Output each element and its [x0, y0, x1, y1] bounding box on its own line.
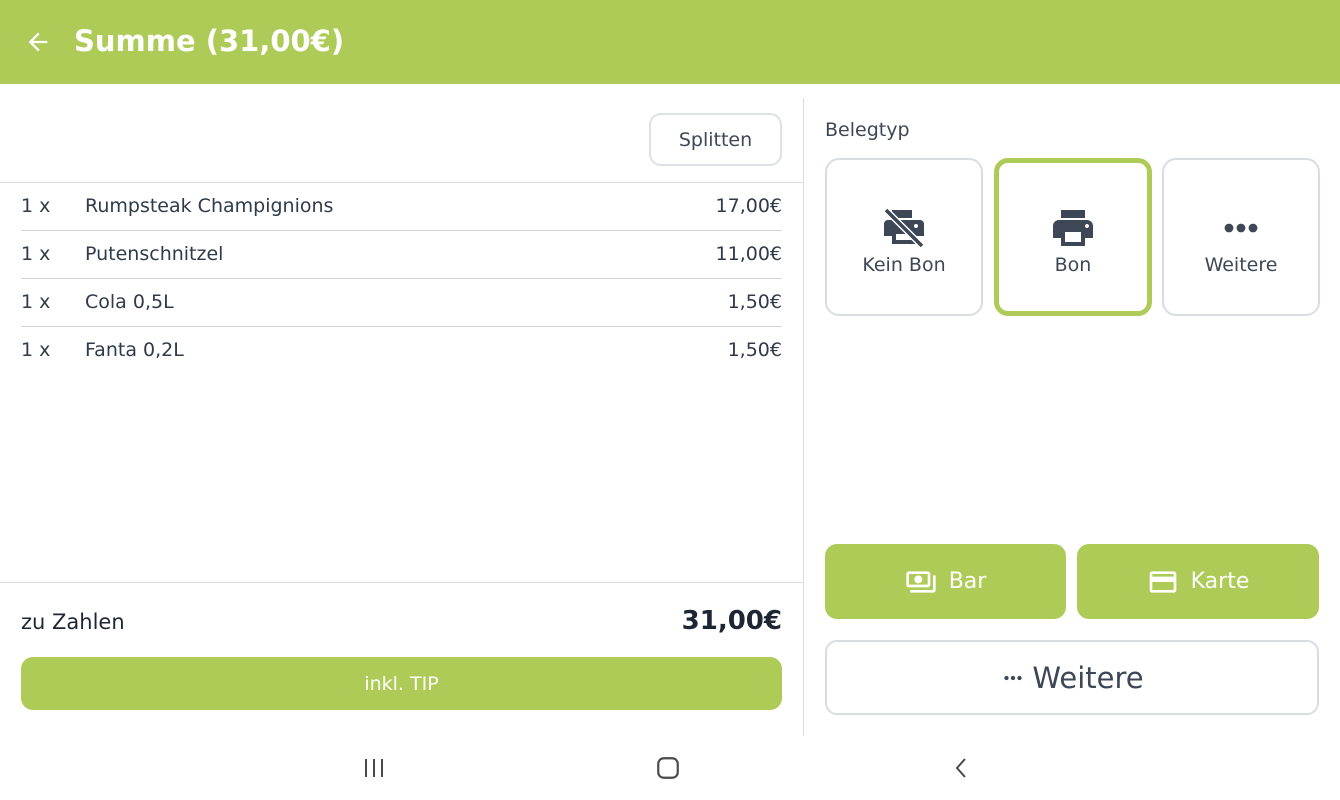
item-price: 1,50€: [727, 339, 782, 361]
list-item[interactable]: 1 x Cola 0,5L 1,50€: [21, 279, 782, 327]
home-icon: [657, 757, 679, 779]
receipt-option-label: Kein Bon: [862, 254, 946, 276]
receipt-option-label: Bon: [1054, 254, 1092, 276]
divider: [0, 582, 803, 583]
item-quantity: 1 x: [21, 195, 51, 217]
arrow-back-icon: [28, 32, 48, 52]
item-price: 17,00€: [715, 195, 782, 217]
receipt-option-label: Weitere: [1204, 254, 1278, 276]
page-title: Summe (31,00€): [74, 24, 345, 58]
item-price: 1,50€: [727, 291, 782, 313]
item-name: Fanta 0,2L: [85, 339, 184, 361]
system-navigation-bar: [0, 736, 1340, 800]
item-quantity: 1 x: [21, 291, 51, 313]
credit-card-icon: [1149, 570, 1176, 593]
list-item[interactable]: 1 x Fanta 0,2L 1,50€: [21, 327, 782, 375]
cash-icon: [906, 570, 936, 593]
receipt-option-no-receipt[interactable]: Kein Bon: [825, 158, 983, 316]
pay-cash-button[interactable]: Bar: [825, 544, 1066, 619]
amount-due-value: 31,00€: [681, 606, 782, 636]
receipt-type-label: Belegtyp: [825, 119, 910, 141]
item-name: Putenschnitzel: [85, 243, 224, 265]
pay-card-label: Karte: [1190, 569, 1250, 594]
item-name: Rumpsteak Champignions: [85, 195, 334, 217]
list-item[interactable]: 1 x Putenschnitzel 11,00€: [21, 231, 782, 279]
split-button[interactable]: Splitten: [649, 113, 782, 166]
system-back-button[interactable]: [932, 748, 992, 788]
app-bar: Summe (31,00€): [0, 0, 1340, 84]
recent-apps-button[interactable]: [344, 748, 404, 788]
recent-apps-icon: [365, 759, 383, 777]
item-quantity: 1 x: [21, 243, 51, 265]
pay-card-button[interactable]: Karte: [1077, 544, 1319, 619]
panel-divider: [803, 98, 804, 736]
printer-icon: [1049, 204, 1097, 252]
order-item-list: 1 x Rumpsteak Champignions 17,00€ 1 x Pu…: [21, 183, 782, 375]
back-icon: [955, 758, 966, 778]
print-disabled-icon: [880, 204, 928, 252]
back-button[interactable]: [14, 18, 62, 66]
tip-button[interactable]: inkl. TIP: [21, 657, 782, 710]
more-horiz-icon: [1217, 204, 1265, 252]
item-name: Cola 0,5L: [85, 291, 174, 313]
item-quantity: 1 x: [21, 339, 51, 361]
pay-cash-label: Bar: [948, 569, 987, 594]
home-button[interactable]: [638, 748, 698, 788]
more-payment-options-label: Weitere: [1032, 660, 1144, 695]
amount-due-label: zu Zahlen: [21, 610, 125, 634]
item-price: 11,00€: [715, 243, 782, 265]
more-horiz-icon: [1004, 675, 1023, 680]
receipt-option-more[interactable]: Weitere: [1162, 158, 1320, 316]
list-item[interactable]: 1 x Rumpsteak Champignions 17,00€: [21, 183, 782, 231]
more-payment-options-button[interactable]: Weitere: [825, 640, 1319, 715]
receipt-option-receipt[interactable]: Bon: [994, 158, 1152, 316]
